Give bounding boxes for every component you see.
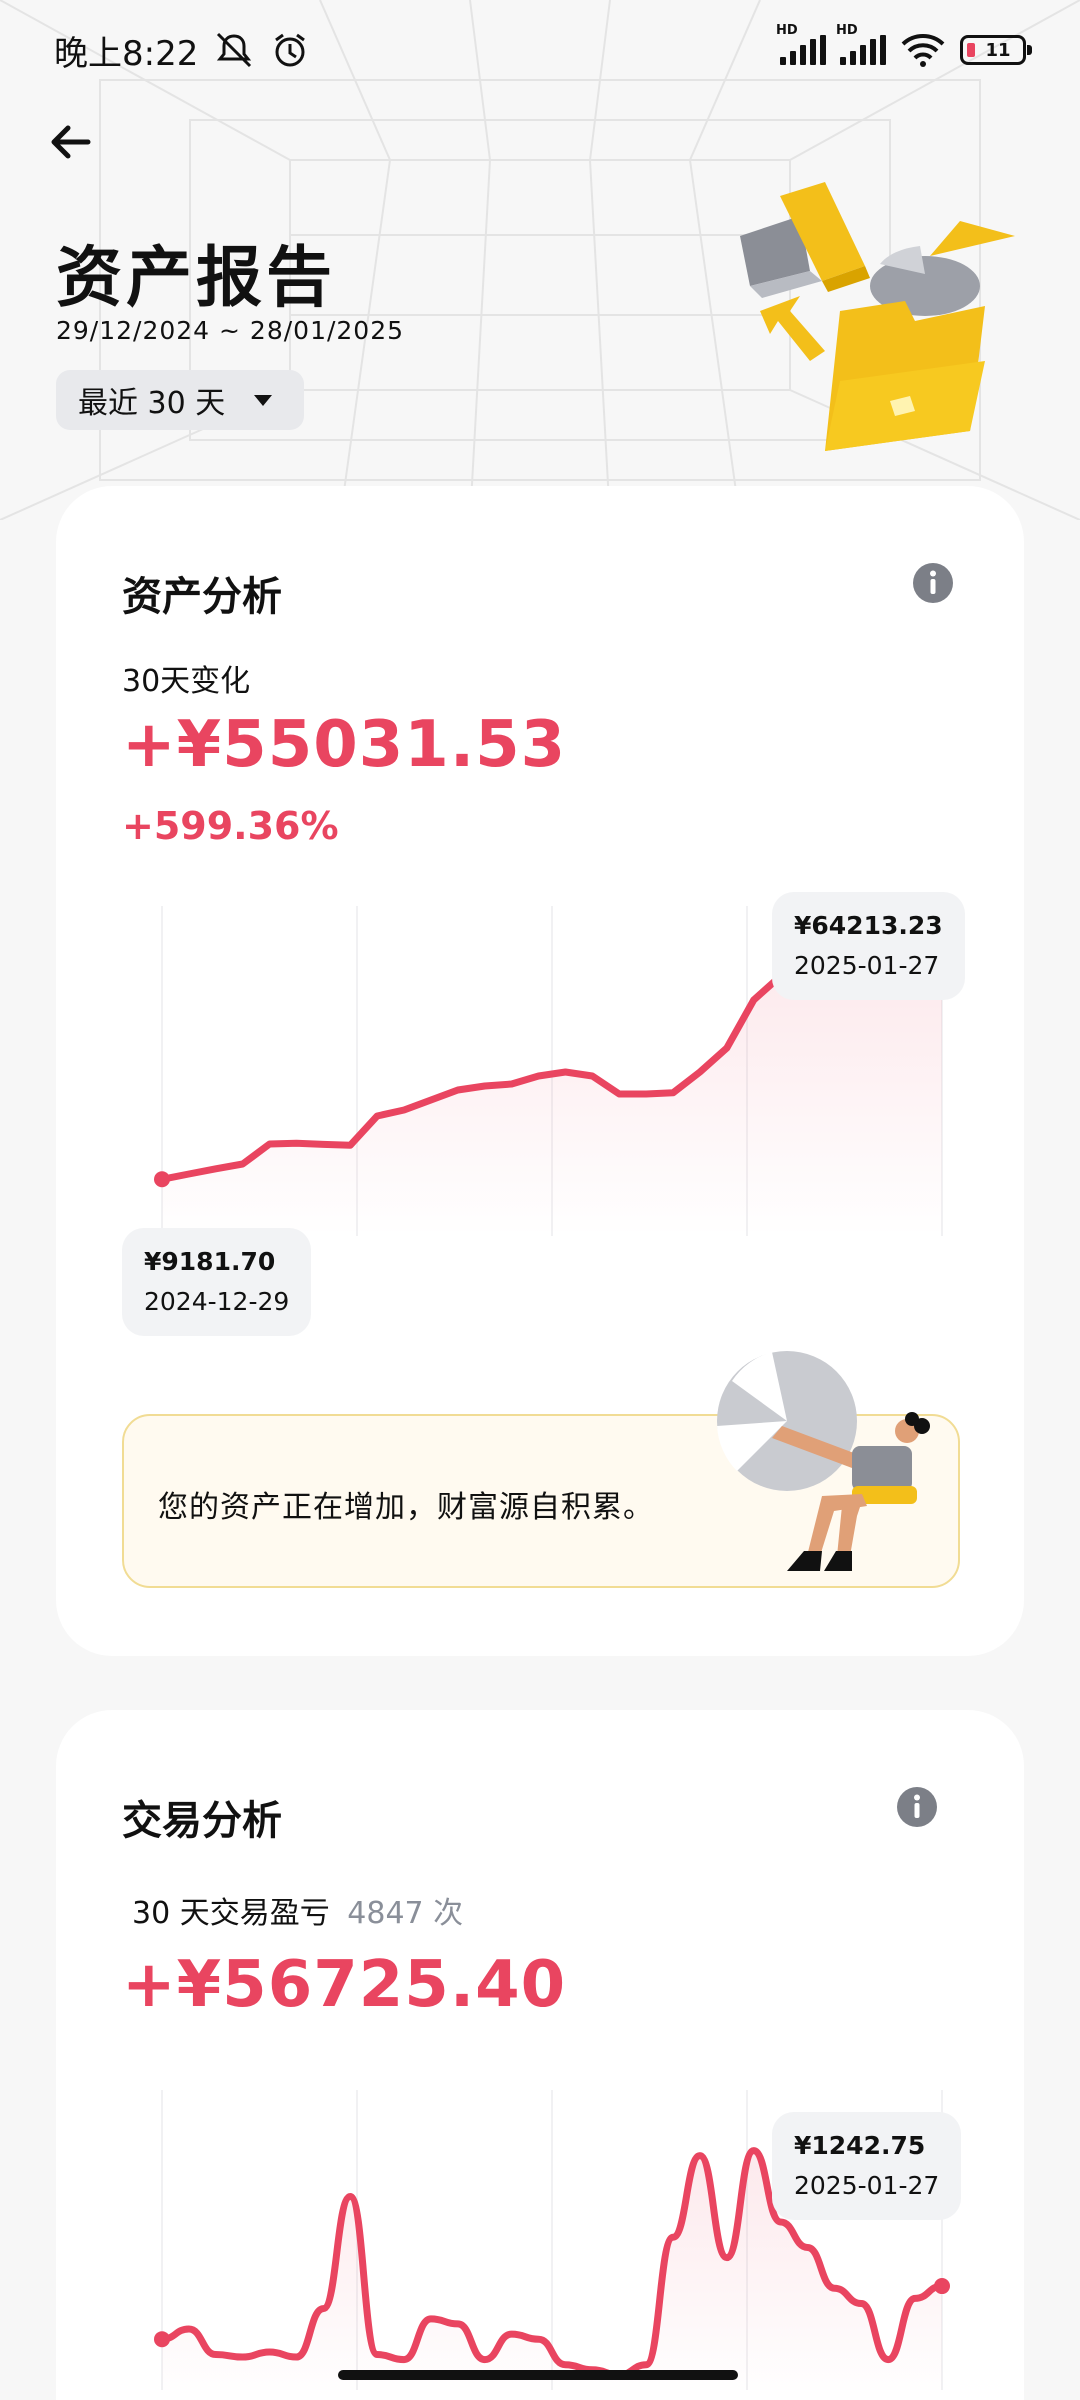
status-time: 晚上8:22 xyxy=(54,33,199,74)
caret-down-icon xyxy=(254,394,272,406)
range-select-label: 最近 30 天 xyxy=(78,386,226,421)
trade-end-value: ¥1242.75 xyxy=(794,2131,926,2160)
alarm-icon xyxy=(275,33,306,67)
arrow-left-icon[interactable] xyxy=(44,116,96,168)
trade-end-tooltip: ¥1242.75 2025-01-27 xyxy=(772,2112,962,2220)
trade-count: 4847 次 xyxy=(347,1896,464,1931)
mute-icon xyxy=(217,32,252,68)
data-point xyxy=(934,2278,950,2295)
status-bar: 晚上8:22 HD HD 11 xyxy=(0,0,1080,100)
chart-start-tooltip: ¥9181.70 2024-12-29 xyxy=(122,1228,312,1336)
asset-note-text: 您的资产正在增加，财富源自积累。 xyxy=(158,1490,654,1525)
trade-analysis-title: 交易分析 xyxy=(122,1798,282,1844)
signal-hd-icon: HD xyxy=(776,23,826,65)
person-pie-illustration xyxy=(717,1351,930,1571)
change-label: 30天变化 xyxy=(122,664,251,699)
report-illustration xyxy=(740,182,1015,451)
signal-hd-label: HD xyxy=(836,23,858,38)
page-title: 资产报告 xyxy=(56,239,336,316)
range-select[interactable]: 最近 30 天 xyxy=(56,370,304,430)
chart-end-value: ¥64213.23 xyxy=(794,911,943,940)
pnl-value: +¥56725.40 xyxy=(122,1948,567,2022)
home-indicator[interactable] xyxy=(338,2370,738,2380)
chart-end-date: 2025-01-27 xyxy=(794,951,940,980)
chart-start-value: ¥9181.70 xyxy=(144,1247,276,1276)
data-point xyxy=(154,2331,170,2348)
pnl-label-row: 30 天交易盈亏 4847 次 xyxy=(132,1888,463,1932)
date-range: 29/12/2024 ~ 28/01/2025 xyxy=(56,316,405,345)
change-value: +¥55031.53 xyxy=(122,708,567,782)
pnl-label: 30 天交易盈亏 xyxy=(132,1896,330,1931)
signal-hd-label: HD xyxy=(776,23,798,38)
data-point xyxy=(154,1171,170,1188)
info-icon[interactable] xyxy=(912,562,954,604)
info-icon[interactable] xyxy=(896,1786,938,1828)
battery-level: 11 xyxy=(985,39,1011,61)
chart-start-date: 2024-12-29 xyxy=(144,1287,290,1316)
asset-analysis-card: 资产分析 30天变化 +¥55031.53 +599.36% ¥64213.23… xyxy=(56,486,1024,1656)
signal-hd-icon: HD xyxy=(836,23,886,65)
change-percent: +599.36% xyxy=(122,804,339,848)
battery-icon: 11 xyxy=(960,35,1032,65)
asset-analysis-title: 资产分析 xyxy=(122,574,282,620)
trade-end-date: 2025-01-27 xyxy=(794,2171,940,2200)
trade-analysis-card: 交易分析 30 天交易盈亏 4847 次 +¥56725.40 ¥1242.75… xyxy=(56,1710,1024,2400)
wifi-icon xyxy=(901,34,945,67)
chart-end-tooltip: ¥64213.23 2025-01-27 xyxy=(772,892,965,1000)
asset-note: 您的资产正在增加，财富源自积累。 xyxy=(122,1351,960,1588)
